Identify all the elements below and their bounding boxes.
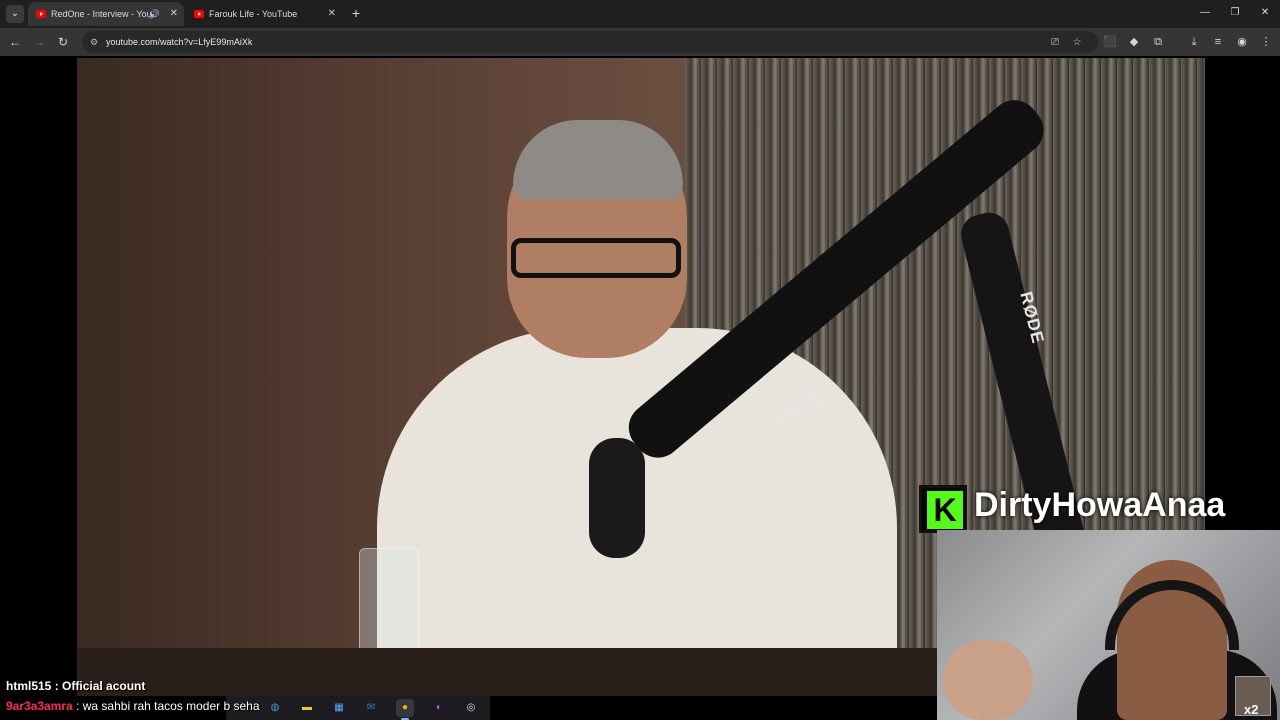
- youtube-icon: [194, 10, 204, 18]
- streamer-hand: [943, 640, 1033, 720]
- interviewee-hair: [513, 120, 683, 200]
- kick-logo-icon: K: [919, 485, 967, 533]
- chat-separator: :: [51, 679, 63, 693]
- url-text[interactable]: youtube.com/watch?v=LfyE99mAiXk: [106, 31, 252, 53]
- reading-list-icon[interactable]: ≡: [1210, 33, 1226, 51]
- back-button[interactable]: ←: [6, 33, 24, 51]
- translate-icon[interactable]: ⬛: [1102, 33, 1118, 51]
- address-bar[interactable]: ⚙ youtube.com/watch?v=LfyE99mAiXk ⎚ ☆: [82, 31, 1098, 53]
- store-icon[interactable]: ▦: [330, 699, 348, 717]
- star-icon[interactable]: ☆: [1070, 36, 1084, 50]
- chrome-icon[interactable]: ●: [396, 699, 414, 720]
- chat-username: html515: [6, 679, 52, 693]
- messenger-icon[interactable]: ◐: [430, 699, 448, 717]
- site-info-icon[interactable]: ⚙: [88, 36, 100, 48]
- browser-toolbar: ← → ↻ ⚙ youtube.com/watch?v=LfyE99mAiXk …: [0, 28, 1280, 56]
- chat-text: wa sahbi rah tacos moder b seha: [82, 699, 260, 713]
- chat-message: 9ar3a3amra : wa sahbi rah tacos moder b …: [6, 699, 260, 713]
- chat-message: html515 : Official acount: [6, 679, 145, 693]
- obs-icon[interactable]: ◎: [462, 699, 480, 717]
- close-window-button[interactable]: ✕: [1250, 4, 1280, 22]
- edge-icon[interactable]: ◍: [266, 699, 284, 717]
- reload-button[interactable]: ↻: [54, 33, 72, 51]
- close-icon[interactable]: ✕: [328, 2, 336, 26]
- tab-farouk-life[interactable]: Farouk Life - YouTube ✕: [186, 2, 342, 26]
- chat-text: Official acount: [62, 679, 146, 693]
- windows-taskbar: ◍ ▬ ▦ ✉ ● ◐ ◎: [226, 696, 490, 720]
- minimize-button[interactable]: —: [1190, 4, 1220, 22]
- extensions-puzzle-icon[interactable]: ⧉: [1150, 33, 1166, 51]
- chevron-down-icon[interactable]: ⌄: [6, 5, 24, 23]
- speaker-icon[interactable]: 🔊: [149, 2, 160, 26]
- microphone: [589, 438, 645, 558]
- forward-button[interactable]: →: [30, 33, 48, 51]
- outlook-icon[interactable]: ✉: [362, 699, 380, 717]
- youtube-icon: [36, 10, 46, 18]
- channel-banner: K DirtyHowaAnaa: [917, 484, 1280, 533]
- extension-diamond-icon[interactable]: ◆: [1126, 33, 1142, 51]
- chat-separator: :: [72, 699, 83, 713]
- menu-dots-icon[interactable]: ⋮: [1258, 33, 1274, 51]
- cast-icon[interactable]: ⎚: [1048, 36, 1062, 50]
- tab-title: Farouk Life - YouTube: [209, 9, 298, 19]
- channel-name: DirtyHowaAnaa: [974, 486, 1226, 524]
- file-explorer-icon[interactable]: ▬: [298, 699, 316, 717]
- kick-logo-letter: K: [927, 491, 963, 529]
- close-icon[interactable]: ✕: [170, 2, 178, 26]
- restore-button[interactable]: ❐: [1220, 4, 1250, 22]
- download-icon[interactable]: ⤓: [1186, 33, 1202, 51]
- tab-title: RedOne - Interview - YouTube: [51, 9, 151, 19]
- webcam-overlay: x2: [937, 530, 1280, 720]
- multiplier-label: x2: [1244, 702, 1259, 717]
- plus-icon[interactable]: +: [348, 4, 364, 22]
- profile-icon[interactable]: ◉: [1234, 33, 1250, 51]
- chat-username: 9ar3a3amra: [6, 699, 73, 713]
- glasses: [511, 238, 681, 278]
- tab-strip: ⌄ RedOne - Interview - YouTube 🔊 ✕ Farou…: [0, 0, 1280, 28]
- tab-redone-interview[interactable]: RedOne - Interview - YouTube 🔊 ✕: [28, 2, 184, 26]
